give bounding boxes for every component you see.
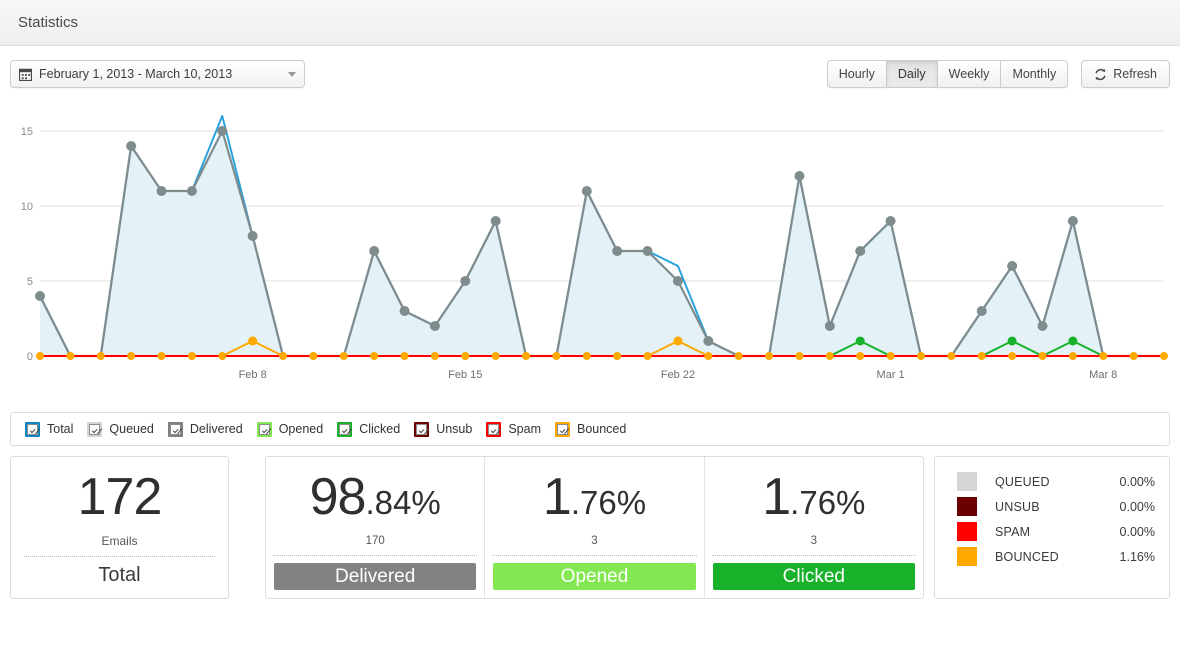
legend-label-opened: Opened [278,422,324,436]
toolbar-right-group: Hourly Daily Weekly Monthly Refresh [826,60,1170,88]
summary-row-queued: QUEUED 0.00% [935,469,1169,494]
legend-checkbox-delivered[interactable] [167,421,183,437]
legend-label-delivered: Delivered [189,422,243,436]
legend-item-total[interactable]: Total [11,421,74,437]
chevron-down-icon [288,71,296,77]
legend-checkbox-unsub[interactable] [414,421,430,437]
summary-row-bounced: BOUNCED 1.16% [935,544,1169,569]
legend-item-queued[interactable]: Queued [73,421,154,437]
clicked-percent: 1.76% [762,468,866,526]
legend-label-queued: Queued [109,422,154,436]
summary-value-spam: 0.00% [1119,524,1155,539]
interval-hourly-button[interactable]: Hourly [826,60,886,88]
svg-text:Feb 8: Feb 8 [239,369,267,381]
refresh-icon [1094,68,1107,81]
interval-daily-button[interactable]: Daily [885,60,937,88]
delivered-count: 170 [365,535,385,547]
date-range-text: February 1, 2013 - March 10, 2013 [39,67,233,81]
metric-card-group: 98.84% 170 Delivered 1.76% 3 Opened 1.76… [265,456,924,599]
clicked-pill: Clicked [712,563,915,590]
legend-checkbox-queued[interactable] [87,421,103,437]
total-value: 172 [77,468,163,526]
legend-label-clicked: Clicked [359,422,401,436]
legend-label-bounced: Bounced [576,422,627,436]
legend-label-unsub: Unsub [436,422,473,436]
legend-item-delivered[interactable]: Delivered [154,421,243,437]
legend-item-opened[interactable]: Opened [243,421,324,437]
summary-name-bounced: BOUNCED [995,549,1059,564]
delivered-pill: Delivered [274,563,477,590]
color-swatch-unsub [957,497,977,516]
summary-row-unsub: UNSUB 0.00% [935,494,1169,519]
date-range-picker[interactable]: February 1, 2013 - March 10, 2013 [10,60,305,88]
refresh-button[interactable]: Refresh [1081,60,1170,88]
divider [273,555,478,556]
interval-button-group: Hourly Daily Weekly Monthly [826,60,1069,88]
svg-text:Mar 8: Mar 8 [1089,369,1117,381]
legend-item-clicked[interactable]: Clicked [323,421,401,437]
legend-label-spam: Spam [508,422,541,436]
svg-text:5: 5 [27,276,33,288]
summary-row-spam: SPAM 0.00% [935,519,1169,544]
interval-monthly-button[interactable]: Monthly [1000,60,1069,88]
summary-cards: 172 Emails Total 98.84% 170 Delivered 1.… [10,456,1170,599]
legend-item-spam[interactable]: Spam [472,421,541,437]
chart-legend: Total Queued Delivered Opened Clicked Un… [10,412,1170,446]
card-clicked: 1.76% 3 Clicked [705,457,923,598]
legend-item-bounced[interactable]: Bounced [541,421,627,437]
divider [711,555,916,556]
page-title: Statistics [18,14,79,31]
svg-text:0: 0 [27,351,33,363]
color-swatch-spam [957,522,977,541]
interval-weekly-button[interactable]: Weekly [936,60,1001,88]
opened-count: 3 [591,535,598,547]
clicked-count: 3 [810,535,818,547]
legend-label-total: Total [47,422,74,436]
card-total: 172 Emails Total [10,456,229,599]
summary-name-queued: QUEUED [995,474,1050,489]
summary-value-bounced: 1.16% [1119,549,1155,564]
total-label: Total [98,564,141,586]
refresh-label: Refresh [1113,67,1157,81]
divider [24,556,215,557]
summary-value-queued: 0.00% [1119,474,1155,489]
statistics-chart[interactable]: 0 5 10 15 Feb 8 Feb 15 Feb 22 Mar 1 Mar 8 [6,102,1174,402]
legend-checkbox-clicked[interactable] [337,421,353,437]
calendar-icon [19,68,32,81]
chart-canvas: 0 5 10 15 Feb 8 Feb 15 Feb 22 Mar 1 Mar 8 [21,115,1168,381]
card-delivered: 98.84% 170 Delivered [266,457,486,598]
chart-toolbar: February 1, 2013 - March 10, 2013 Hourly… [0,46,1180,102]
svg-text:Feb 22: Feb 22 [661,369,695,381]
svg-text:Mar 1: Mar 1 [877,369,905,381]
summary-table: QUEUED 0.00% UNSUB 0.00% SPAM 0.00% BOUN… [934,456,1170,599]
legend-item-unsub[interactable]: Unsub [400,421,473,437]
summary-name-unsub: UNSUB [995,499,1040,514]
color-swatch-bounced [957,547,977,566]
opened-percent: 1.76% [542,468,647,526]
svg-text:15: 15 [21,126,33,138]
legend-checkbox-opened[interactable] [256,421,272,437]
divider [492,555,697,556]
legend-checkbox-spam[interactable] [486,421,502,437]
window-titlebar: Statistics [0,0,1180,46]
opened-pill: Opened [493,563,696,590]
total-unit: Emails [101,534,138,548]
legend-checkbox-total[interactable] [25,421,40,437]
color-swatch-queued [957,472,977,491]
legend-checkbox-bounced[interactable] [554,421,570,437]
summary-name-spam: SPAM [995,524,1031,539]
card-opened: 1.76% 3 Opened [485,457,705,598]
summary-value-unsub: 0.00% [1119,499,1155,514]
delivered-percent: 98.84% [309,468,441,526]
svg-text:Feb 15: Feb 15 [448,369,482,381]
svg-text:10: 10 [21,201,33,213]
